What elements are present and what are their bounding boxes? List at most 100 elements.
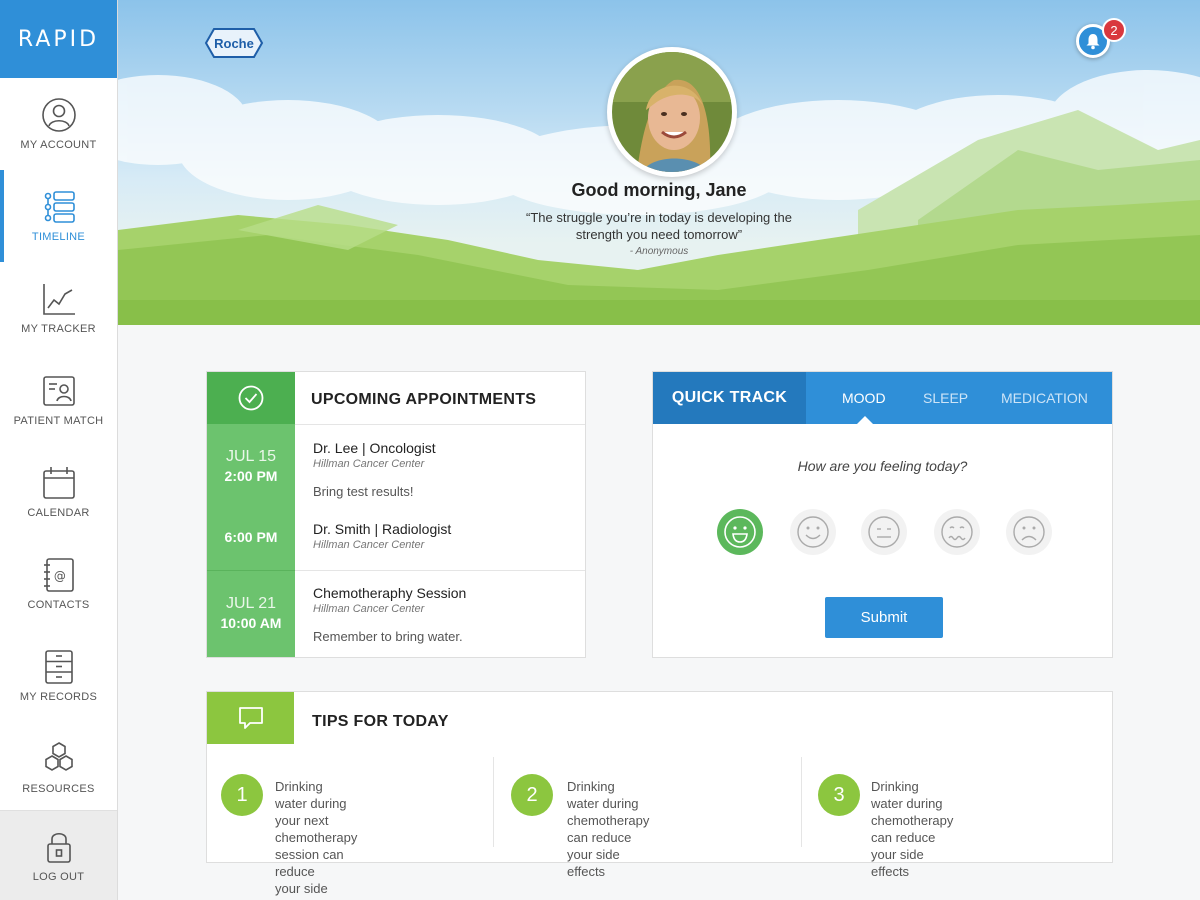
submit-button[interactable]: Submit xyxy=(825,597,943,638)
sidebar-item-label: PATIENT MATCH xyxy=(13,415,104,427)
notification-count-badge[interactable]: 2 xyxy=(1102,18,1126,42)
appointments-header-icon-box xyxy=(207,372,295,424)
appointment-location: Hillman Cancer Center xyxy=(313,539,425,551)
upcoming-appointments-card: UPCOMING APPOINTMENTS JUL 15 2:00 PM Dr.… xyxy=(206,371,586,658)
app-logo[interactable]: RAPID xyxy=(0,0,117,78)
timeline-icon xyxy=(44,191,75,223)
quote-author: - Anonymous xyxy=(629,246,689,257)
quick-track-card: QUICK TRACK MOOD SLEEP MEDICATION How ar… xyxy=(652,371,1113,658)
svg-text:@: @ xyxy=(53,569,65,583)
mood-question: How are you feeling today? xyxy=(797,458,968,474)
checkmark-circle-icon xyxy=(238,385,264,411)
appointments-title: UPCOMING APPOINTMENTS xyxy=(311,391,537,408)
appointment-doctor: Chemotheraphy Session xyxy=(313,585,467,601)
tip-line: Drinking water during your next xyxy=(275,779,347,828)
sidebar-item-label: MY RECORDS xyxy=(19,691,98,703)
sidebar-item-my-tracker[interactable]: MY TRACKER xyxy=(0,262,117,354)
brand-logo[interactable]: Roche xyxy=(204,27,264,64)
speech-bubble-icon xyxy=(238,707,263,729)
uneasy-face-icon[interactable] xyxy=(933,508,981,556)
account-icon xyxy=(41,98,76,132)
appointment-time: 10:00 AM xyxy=(220,615,282,631)
sidebar-item-label: CONTACTS xyxy=(27,599,90,611)
tip-line: Drinking water during chemotherapy xyxy=(871,779,954,828)
roche-hexagon-icon: Roche xyxy=(204,28,264,58)
sidebar-item-label: MY TRACKER xyxy=(21,323,96,335)
appointment-date: 6:00 PM xyxy=(207,527,295,545)
tip-line: can reduce your side effects xyxy=(567,830,632,879)
tip-text: Drinking water during chemotherapy can r… xyxy=(567,778,649,880)
records-icon xyxy=(44,650,73,684)
logout-label: LOG OUT xyxy=(32,870,85,883)
divider xyxy=(801,757,802,847)
tips-header-icon-box xyxy=(207,692,294,744)
tip-line: chemotherapy session can reduce xyxy=(275,830,358,879)
tip-number: 2 xyxy=(511,774,553,816)
brand-name: Roche xyxy=(214,36,254,51)
appointment-note: Remember to bring water. xyxy=(313,629,463,644)
divider xyxy=(207,570,295,571)
tab-medication[interactable]: MEDICATION xyxy=(1001,372,1088,424)
patient-match-icon xyxy=(42,376,75,406)
tip-line: can reduce your side effects xyxy=(871,830,936,879)
sidebar-nav: MY ACCOUNT TIMELINE MY TRACKER PATIENT M… xyxy=(0,78,117,814)
calendar-icon xyxy=(42,467,75,499)
appointment-entry[interactable]: Dr. Smith | Radiologist Hillman Cancer C… xyxy=(313,521,451,551)
sidebar-item-timeline[interactable]: TIMELINE xyxy=(0,170,117,262)
tip-text: Drinking water during chemotherapy can r… xyxy=(871,778,953,880)
profile-photo xyxy=(612,52,732,172)
sad-face-icon[interactable] xyxy=(1005,508,1053,556)
greeting-text: Good morning, Jane xyxy=(571,180,747,200)
tips-card: TIPS FOR TODAY 1 Drinking water during y… xyxy=(206,691,1113,900)
appointment-location: Hillman Cancer Center xyxy=(313,603,425,615)
sidebar-item-contacts[interactable]: @ CONTACTS xyxy=(0,538,117,630)
quick-track-header: QUICK TRACK MOOD SLEEP MEDICATION xyxy=(653,372,1112,425)
appointment-day: JUL 15 xyxy=(225,448,277,465)
tip-number: 3 xyxy=(818,774,860,816)
sidebar-item-label: MY ACCOUNT xyxy=(20,139,97,151)
sidebar-item-label: CALENDAR xyxy=(27,507,90,519)
tip-number: 1 xyxy=(221,774,263,816)
avatar[interactable] xyxy=(607,47,737,177)
hero-banner: Roche 2 Good morning, Jane “The struggle… xyxy=(118,0,1200,325)
sidebar-item-patient-match[interactable]: PATIENT MATCH xyxy=(0,354,117,446)
divider xyxy=(295,570,585,571)
lock-icon xyxy=(46,832,71,863)
quote-line: “The struggle you’re in today is develop… xyxy=(526,210,792,225)
appointment-time: 6:00 PM xyxy=(224,529,278,545)
appointment-day: JUL 21 xyxy=(225,595,277,612)
resources-icon xyxy=(44,742,73,771)
sidebar-item-calendar[interactable]: CALENDAR xyxy=(0,446,117,538)
neutral-face-icon[interactable] xyxy=(860,508,908,556)
divider xyxy=(493,757,494,847)
happy-face-icon[interactable] xyxy=(789,508,837,556)
very-happy-face-icon[interactable] xyxy=(716,508,764,556)
bell-icon xyxy=(1086,34,1100,50)
appointment-time: 2:00 PM xyxy=(224,468,278,484)
sidebar: RAPID MY ACCOUNT TIMELINE MY TRACKER PAT… xyxy=(0,0,118,900)
appointment-date: JUL 21 10:00 AM xyxy=(207,595,295,631)
appointment-entry[interactable]: Dr. Lee | Oncologist Hillman Cancer Cent… xyxy=(313,440,436,499)
active-tab-indicator xyxy=(856,416,874,425)
tip-line: Drinking water during chemotherapy xyxy=(567,779,650,828)
daily-quote: “The struggle you’re in today is develop… xyxy=(118,209,1200,243)
sidebar-item-label: TIMELINE xyxy=(31,231,86,243)
sidebar-item-my-account[interactable]: MY ACCOUNT xyxy=(0,78,117,170)
logout-button[interactable]: LOG OUT xyxy=(0,810,117,900)
sidebar-item-my-records[interactable]: MY RECORDS xyxy=(0,630,117,722)
appointment-location: Hillman Cancer Center xyxy=(313,458,425,470)
tab-sleep[interactable]: SLEEP xyxy=(923,372,968,424)
tip-text: Drinking water during your next chemothe… xyxy=(275,778,357,900)
sidebar-item-resources[interactable]: RESOURCES xyxy=(0,722,117,814)
tracker-icon xyxy=(42,284,75,315)
quote-line: strength you need tomorrow” xyxy=(575,227,743,242)
tips-title: TIPS FOR TODAY xyxy=(312,713,449,730)
appointment-entry[interactable]: Chemotheraphy Session Hillman Cancer Cen… xyxy=(313,585,466,644)
contacts-icon: @ xyxy=(43,558,74,592)
appointment-doctor: Dr. Smith | Radiologist xyxy=(313,521,452,537)
appointment-date: JUL 15 2:00 PM xyxy=(207,448,295,484)
divider xyxy=(295,424,585,425)
quick-track-title: QUICK TRACK xyxy=(653,372,806,424)
sidebar-item-label: RESOURCES xyxy=(22,783,95,795)
appointment-note: Bring test results! xyxy=(313,484,414,499)
